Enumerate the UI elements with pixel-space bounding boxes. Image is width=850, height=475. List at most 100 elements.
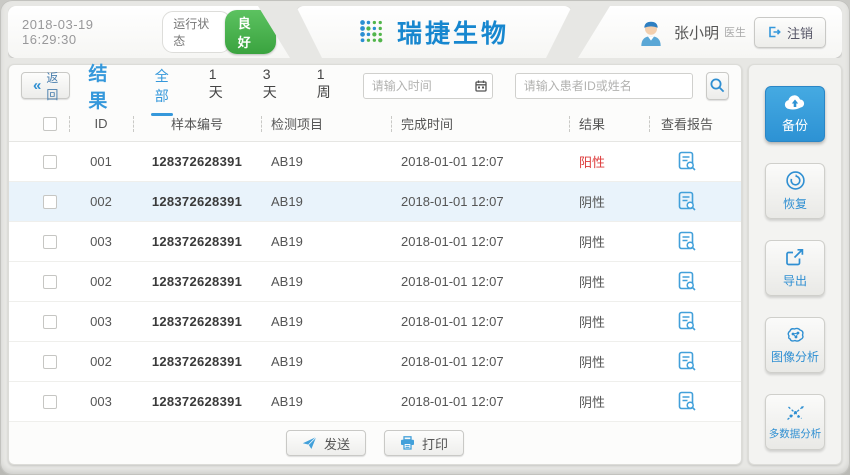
- cell-time: 2018-01-01 12:07: [391, 182, 569, 221]
- column-sample: 样本编号: [133, 106, 261, 141]
- cell-result: 阴性: [569, 222, 649, 261]
- cell-sample: 128372628391: [133, 382, 261, 421]
- table-row[interactable]: 002 128372628391 AB19 2018-01-01 12:07 阴…: [9, 342, 741, 382]
- back-arrow-icon: «: [33, 78, 41, 93]
- cell-id: 003: [69, 382, 133, 421]
- report-icon: [678, 271, 697, 292]
- sidebar: 备份 恢复 导出 图像分析: [748, 64, 842, 465]
- report-icon: [678, 191, 697, 212]
- cell-project: AB19: [261, 142, 391, 181]
- sidebar-item-multi-data-analysis[interactable]: 多数据分析: [765, 394, 825, 450]
- search-button[interactable]: [706, 72, 729, 100]
- column-result: 结果: [569, 106, 649, 141]
- cell-result: 阴性: [569, 182, 649, 221]
- table-row[interactable]: 001 128372628391 AB19 2018-01-01 12:07 阳…: [9, 142, 741, 182]
- brand-card: 瑞捷生物: [296, 6, 572, 58]
- print-button[interactable]: 打印: [384, 430, 464, 456]
- row-checkbox[interactable]: [43, 195, 57, 209]
- patient-input[interactable]: [515, 73, 693, 99]
- sidebar-item-export[interactable]: 导出: [765, 240, 825, 296]
- row-checkbox[interactable]: [43, 275, 57, 289]
- select-all-cell: [25, 106, 69, 141]
- user-name: 张小明: [674, 22, 719, 43]
- user-role: 医生: [724, 24, 746, 40]
- back-button[interactable]: « 返回: [21, 72, 70, 99]
- view-report-button[interactable]: [678, 311, 697, 332]
- cell-sample: 128372628391: [133, 342, 261, 381]
- time-search-field: [363, 73, 493, 99]
- send-plane-icon: [302, 436, 317, 450]
- row-checkbox[interactable]: [43, 395, 57, 409]
- row-checkbox[interactable]: [43, 155, 57, 169]
- tab-1day[interactable]: 1天: [207, 62, 225, 110]
- cell-project: AB19: [261, 302, 391, 341]
- sidebar-item-backup[interactable]: 备份: [765, 86, 825, 142]
- calendar-icon[interactable]: [475, 80, 487, 92]
- report-icon: [678, 351, 697, 372]
- column-project: 检测项目: [261, 106, 391, 141]
- view-report-button[interactable]: [678, 351, 697, 372]
- cell-result: 阴性: [569, 342, 649, 381]
- cell-sample: 128372628391: [133, 182, 261, 221]
- cell-time: 2018-01-01 12:07: [391, 302, 569, 341]
- cell-project: AB19: [261, 182, 391, 221]
- header-user-card: 张小明 医生 注销: [578, 6, 842, 58]
- cell-id: 003: [69, 222, 133, 261]
- view-report-button[interactable]: [678, 391, 697, 412]
- logout-button[interactable]: 注销: [754, 17, 826, 48]
- row-checkbox[interactable]: [43, 235, 57, 249]
- panel-footer: 发送 打印: [9, 422, 741, 464]
- cell-id: 003: [69, 302, 133, 341]
- view-report-button[interactable]: [678, 231, 697, 252]
- cell-time: 2018-01-01 12:07: [391, 262, 569, 301]
- report-icon: [678, 391, 697, 412]
- logout-label: 注销: [787, 23, 813, 42]
- column-time: 完成时间: [391, 106, 569, 141]
- table-row[interactable]: 002 128372628391 AB19 2018-01-01 12:07 阴…: [9, 262, 741, 302]
- view-report-button[interactable]: [678, 151, 697, 172]
- logout-icon: [767, 25, 781, 39]
- tab-all[interactable]: 全部: [153, 62, 171, 110]
- search-icon: [709, 77, 726, 94]
- cell-project: AB19: [261, 222, 391, 261]
- cell-id: 002: [69, 262, 133, 301]
- time-input[interactable]: [363, 73, 493, 99]
- tab-3days[interactable]: 3天: [261, 62, 279, 110]
- page-title: 结果: [88, 59, 110, 113]
- export-icon: [785, 248, 805, 268]
- table-header: ID 样本编号 检测项目 完成时间 结果 查看报告: [9, 106, 741, 142]
- cell-sample: 128372628391: [133, 222, 261, 261]
- status-badge: 良好: [225, 10, 276, 54]
- doctor-avatar: [638, 18, 664, 46]
- table-row[interactable]: 003 128372628391 AB19 2018-01-01 12:07 阴…: [9, 222, 741, 262]
- table-row[interactable]: 003 128372628391 AB19 2018-01-01 12:07 阴…: [9, 302, 741, 342]
- sidebar-item-restore[interactable]: 恢复: [765, 163, 825, 219]
- brand-name: 瑞捷生物: [397, 14, 509, 50]
- view-report-button[interactable]: [678, 271, 697, 292]
- select-all-checkbox[interactable]: [43, 117, 57, 131]
- sidebar-item-image-analysis[interactable]: 图像分析: [765, 317, 825, 373]
- results-toolbar: « 返回 结果 全部 1天 3天 1周: [9, 65, 741, 106]
- cell-project: AB19: [261, 262, 391, 301]
- row-checkbox[interactable]: [43, 315, 57, 329]
- table-row[interactable]: 002 128372628391 AB19 2018-01-01 12:07 阴…: [9, 182, 741, 222]
- tab-1week[interactable]: 1周: [315, 62, 333, 110]
- view-report-button[interactable]: [678, 191, 697, 212]
- results-panel: « 返回 结果 全部 1天 3天 1周: [8, 64, 742, 465]
- sidebar-item-label: 备份: [782, 115, 808, 134]
- cell-result: 阳性: [569, 142, 649, 181]
- report-icon: [678, 231, 697, 252]
- cell-time: 2018-01-01 12:07: [391, 142, 569, 181]
- cell-project: AB19: [261, 382, 391, 421]
- cell-id: 001: [69, 142, 133, 181]
- sidebar-item-label: 图像分析: [771, 348, 819, 365]
- multi-data-analysis-icon: [785, 404, 806, 422]
- cell-time: 2018-01-01 12:07: [391, 222, 569, 261]
- row-checkbox[interactable]: [43, 355, 57, 369]
- column-id: ID: [69, 106, 133, 141]
- run-status-label: 运行状态: [162, 11, 231, 53]
- table-row[interactable]: 003 128372628391 AB19 2018-01-01 12:07 阴…: [9, 382, 741, 422]
- report-icon: [678, 151, 697, 172]
- send-button[interactable]: 发送: [286, 430, 366, 456]
- print-label: 打印: [422, 434, 448, 453]
